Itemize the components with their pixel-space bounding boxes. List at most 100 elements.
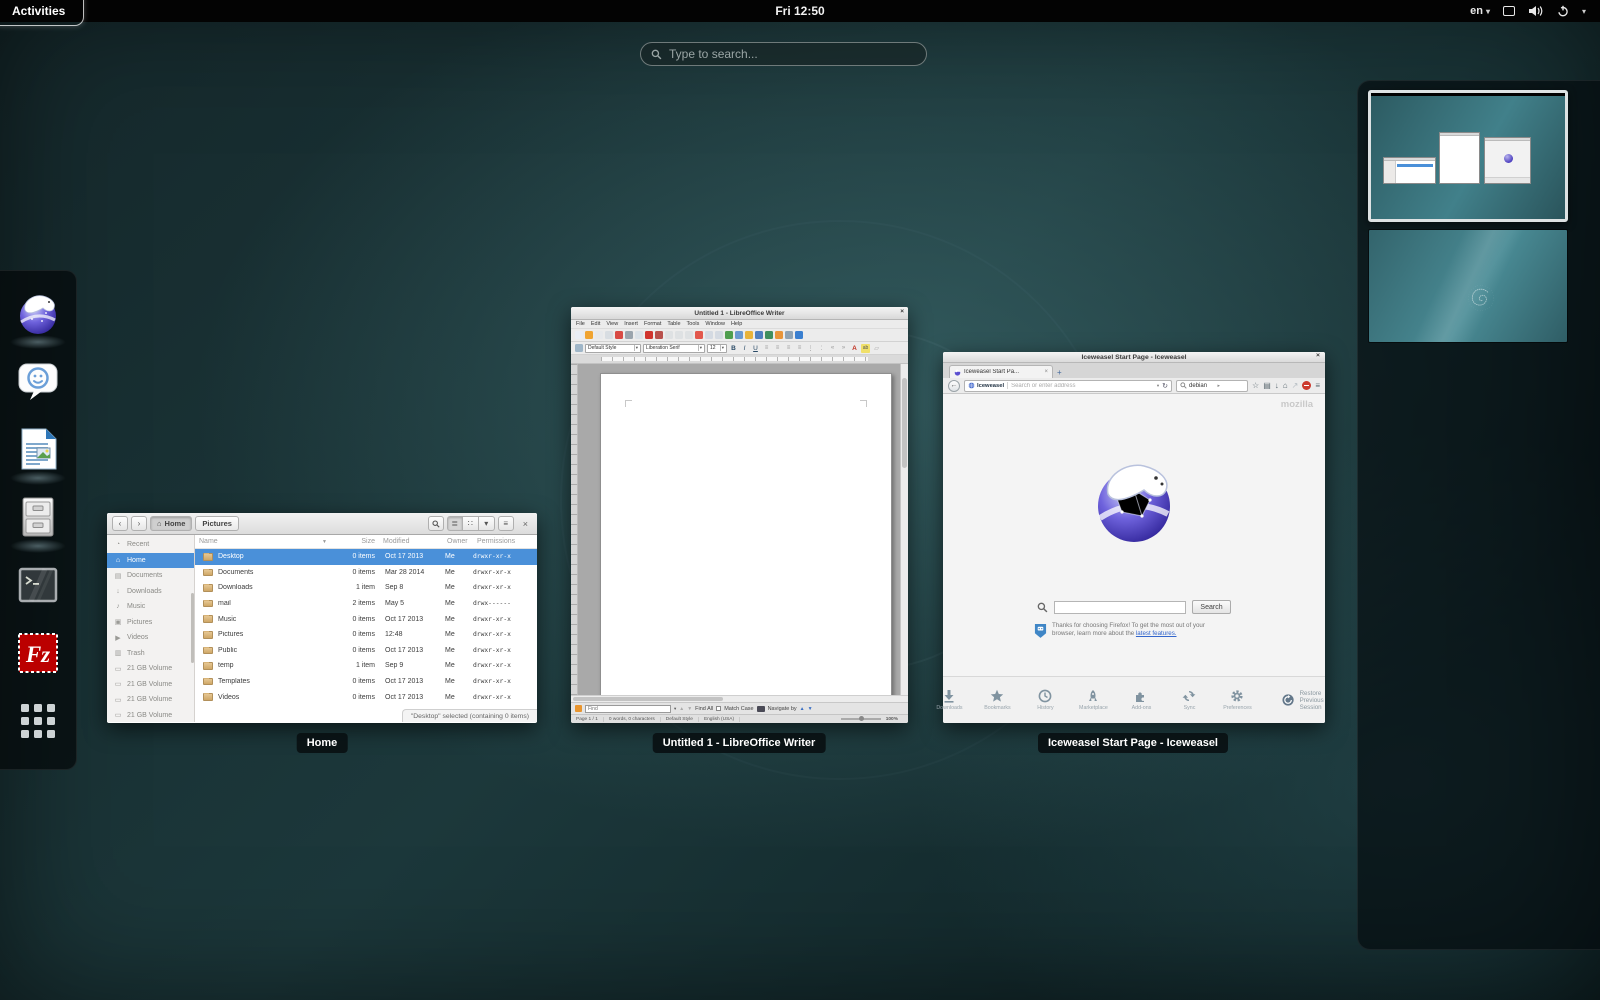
font-color-icon[interactable]: A [850,344,859,353]
toolbar-item-bookmarks[interactable]: Bookmarks [980,689,1014,711]
sidebar-item-downloads[interactable]: ↓Downloads [107,584,194,600]
close-icon[interactable]: × [1316,352,1320,359]
breadcrumb-home[interactable]: ⌂ Home [150,516,192,531]
menu-view[interactable]: View [606,321,618,327]
back-button[interactable]: ← [948,380,960,392]
sidebar-item-21-gb-volume[interactable]: ▭21 GB Volume [107,677,194,693]
menu-insert[interactable]: Insert [624,321,638,327]
menu-table[interactable]: Table [667,321,680,327]
save-icon[interactable] [595,331,603,339]
search-input[interactable]: Type to search... [640,42,927,66]
find-close-icon[interactable] [575,705,582,712]
writer-document-area[interactable] [571,364,908,695]
toolbar-item-add-ons[interactable]: Add-ons [1124,689,1158,711]
writer-page[interactable] [600,373,892,695]
breadcrumb-pictures[interactable]: Pictures [195,516,239,531]
dash-item-apps[interactable] [6,689,70,753]
open-icon[interactable] [585,331,593,339]
downloads-icon[interactable]: ↓ [1275,381,1279,390]
toolbar-item-history[interactable]: History [1028,689,1062,711]
underline-icon[interactable]: U [751,344,760,353]
menu-icon[interactable]: ≡ [1315,381,1320,390]
sidebar-item-21-gb-volume[interactable]: ▭21 GB Volume [107,708,194,723]
toolbar-item-preferences[interactable]: Preferences [1220,689,1254,711]
volume-icon[interactable] [1528,5,1544,17]
new-document-icon[interactable] [575,331,583,339]
bookmark-star-icon[interactable]: ☆ [1252,381,1259,390]
new-tab-button[interactable]: + [1057,368,1062,378]
writer-window-preview[interactable]: Untitled 1 - LibreOffice Writer × FileEd… [571,307,908,723]
justify-icon[interactable]: ≡ [795,344,804,353]
dash-item-iceweasel[interactable] [6,281,70,345]
numbered-list-icon[interactable]: ⋮ [806,344,815,353]
sidebar-item-21-gb-volume[interactable]: ▭21 GB Volume [107,692,194,708]
help-icon[interactable] [795,331,803,339]
zoom-slider[interactable] [841,718,881,720]
align-left-icon[interactable]: ≡ [762,344,771,353]
menu-file[interactable]: File [576,321,585,327]
undo-icon[interactable] [705,331,713,339]
clock[interactable]: Fri 12:50 [0,4,1600,18]
file-row-desktop[interactable]: Desktop0 itemsOct 17 2013Medrwxr-xr-x [195,549,537,565]
url-dropdown-icon[interactable]: ▾ [1157,383,1159,389]
align-center-icon[interactable]: ≡ [773,344,782,353]
find-replace-icon[interactable] [755,331,763,339]
navigate-down-icon[interactable]: ▼ [808,706,813,712]
clone-formatting-icon[interactable] [695,331,703,339]
print-preview-icon[interactable] [635,331,643,339]
search-go-icon[interactable]: ▸ [1218,383,1245,389]
menu-button[interactable]: ≡ [498,516,514,531]
align-right-icon[interactable]: ≡ [784,344,793,353]
file-row-videos[interactable]: Videos0 itemsOct 17 2013Medrwxr-xr-x [195,689,537,705]
file-row-pictures[interactable]: Pictures0 items12:48Medrwxr-xr-x [195,627,537,643]
match-case-checkbox[interactable] [716,706,721,711]
find-replace-icon[interactable] [757,706,765,712]
sidebar-item-trash[interactable]: ▥Trash [107,646,194,662]
back-button[interactable]: ‹ [112,516,128,531]
menu-window[interactable]: Window [705,321,725,327]
font-name-combo[interactable]: Liberation Serif▾ [643,344,705,353]
auto-spellcheck-icon[interactable] [655,331,663,339]
file-row-music[interactable]: Music0 itemsOct 17 2013Medrwxr-xr-x [195,611,537,627]
cut-icon[interactable] [665,331,673,339]
sidebar-scrollbar[interactable] [191,593,194,663]
column-header-owner[interactable]: Owner [443,538,473,545]
indent-less-icon[interactable]: « [828,344,837,353]
bullet-list-icon[interactable]: ⁚ [817,344,826,353]
start-search-input[interactable] [1054,601,1186,614]
close-icon[interactable]: × [900,308,904,315]
file-row-documents[interactable]: Documents0 itemsMar 28 2014Medrwxr-xr-x [195,565,537,581]
table-icon[interactable] [735,331,743,339]
find-all-button[interactable]: Find All [695,706,713,712]
iceweasel-window-preview[interactable]: Iceweasel Start Page - Iceweasel × Icewe… [943,352,1325,723]
nonprinting-chars-icon[interactable] [785,331,793,339]
url-bar[interactable]: Iceweasel Search or enter address ▾ ↻ [964,380,1172,392]
paste-icon[interactable] [685,331,693,339]
restore-session-button[interactable]: Restore Previous Session [1282,688,1335,712]
workspace-thumbnail-1[interactable] [1368,90,1568,222]
highlight-icon[interactable]: ab [861,344,870,353]
email-icon[interactable] [605,331,613,339]
screen-icon[interactable] [1503,6,1515,16]
column-header-permissions[interactable]: Permissions [473,538,537,545]
sidebar-item-recent[interactable]: ◔Recent [107,537,194,553]
list-view-button[interactable]: ≣ [447,516,463,531]
dash-item-terminal[interactable] [6,553,70,617]
file-row-temp[interactable]: temp1 itemSep 9Medrwxr-xr-x [195,658,537,674]
export-pdf-icon[interactable] [615,331,623,339]
grid-view-button[interactable]: ∷ [463,516,479,531]
paragraph-style-combo[interactable]: Default Style▾ [585,344,641,353]
menu-edit[interactable]: Edit [591,321,600,327]
italic-icon[interactable]: I [740,344,749,353]
spelling-icon[interactable] [645,331,653,339]
toolbar-item-sync[interactable]: Sync [1172,689,1206,711]
tab-iceweasel-start-page[interactable]: Iceweasel Start Pa... × [949,365,1053,378]
reload-icon[interactable]: ↻ [1162,382,1168,390]
sidebar-item-pictures[interactable]: ▣Pictures [107,615,194,631]
styles-icon[interactable] [575,344,583,352]
workspace-thumbnail-2[interactable] [1368,229,1568,343]
forward-button[interactable]: › [131,516,147,531]
dash-item-filezilla[interactable]: Fz [6,621,70,685]
dash-item-files[interactable] [6,485,70,549]
view-options-button[interactable]: ▾ [479,516,495,531]
